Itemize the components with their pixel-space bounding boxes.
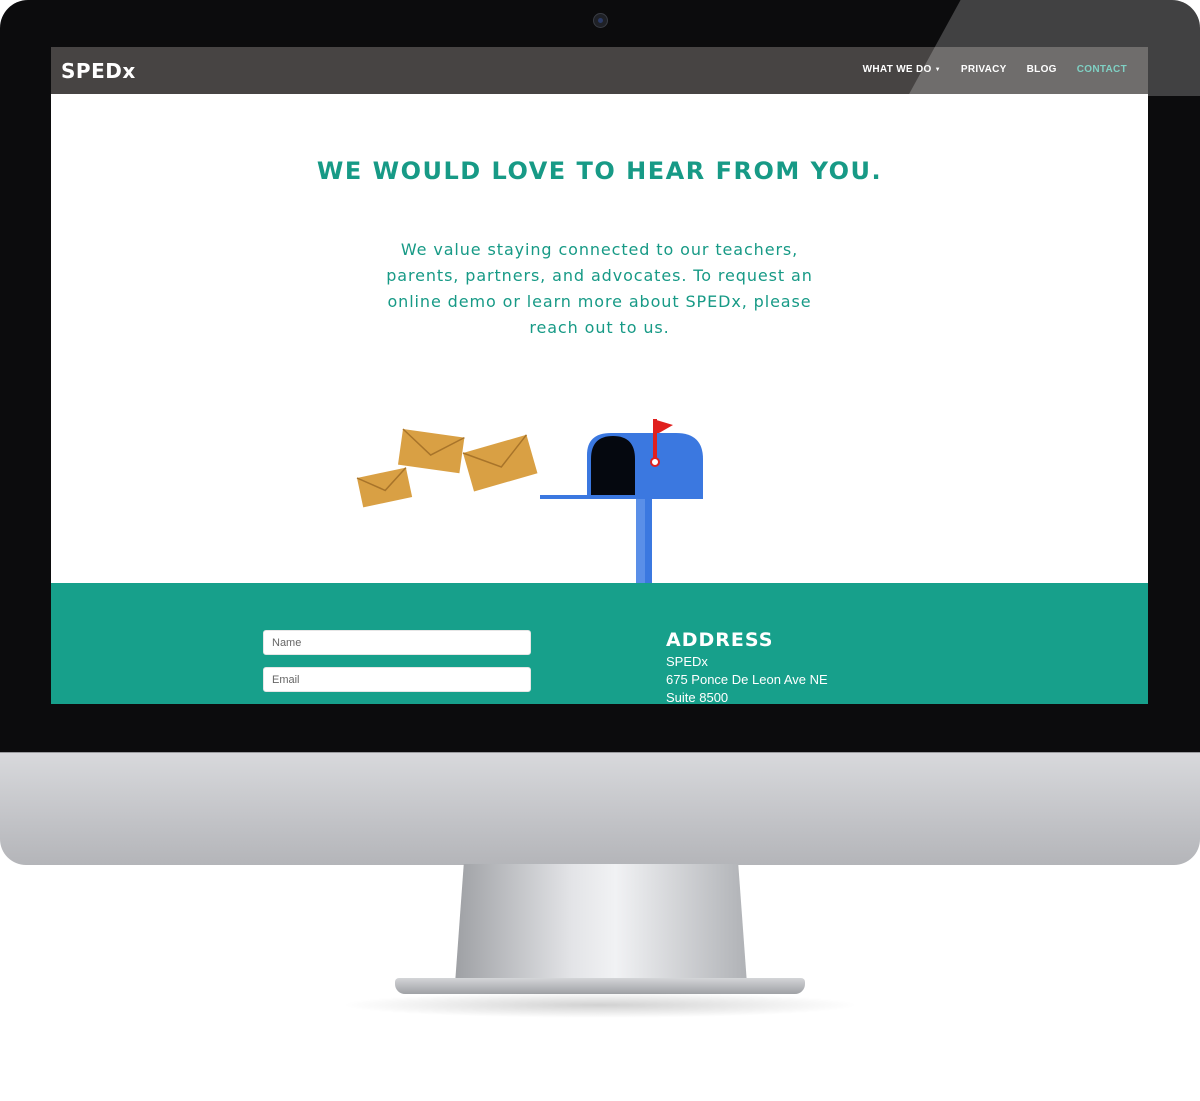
envelope-icon [356,467,413,508]
address-block: ADDRESS SPEDx 675 Ponce De Leon Ave NE S… [666,629,828,704]
envelope-icon [462,434,538,492]
caret-down-icon: ▼ [934,66,941,73]
monitor-stand [455,864,747,984]
contact-footer: ADDRESS SPEDx 675 Ponce De Leon Ave NE S… [51,583,1148,704]
monitor-chin [0,752,1200,865]
navbar: SPEDx WHAT WE DO ▼ PRIVACY BLOG CONTACT [51,47,1148,94]
intro-line: parents, partners, and advocates. To req… [386,266,813,285]
address-line: Suite 8500 [666,690,729,704]
email-field[interactable] [263,667,531,692]
nav-item-contact[interactable]: CONTACT [1077,64,1127,75]
address-line: 675 Ponce De Leon Ave NE [666,672,828,687]
nav-item-privacy[interactable]: PRIVACY [961,64,1007,75]
intro-line: We value staying connected to our teache… [400,240,799,259]
nav-item-label: WHAT WE DO [862,64,932,75]
nav-item-label: PRIVACY [960,64,1007,75]
nav-item-blog[interactable]: BLOG [1027,64,1057,75]
intro-text: We value staying connected to our teache… [372,237,827,341]
nav-item-label: CONTACT [1076,64,1127,75]
nav-item-what-we-do[interactable]: WHAT WE DO ▼ [863,64,941,75]
address-line: SPEDx [666,654,708,669]
nav-item-label: BLOG [1026,64,1057,75]
brand-logo[interactable]: SPEDx [61,59,136,83]
page-title: WE WOULD LOVE TO HEAR FROM YOU. [316,157,883,185]
monitor-shadow [340,992,860,1018]
name-field[interactable] [263,630,531,655]
address-heading: ADDRESS [666,629,774,651]
envelope-icon [397,428,465,474]
webcam-icon [593,13,608,28]
intro-line: reach out to us. [529,318,670,337]
nav-links: WHAT WE DO ▼ PRIVACY BLOG CONTACT [863,64,1127,75]
mailbox-illustration [356,419,703,585]
screen: SPEDx WHAT WE DO ▼ PRIVACY BLOG CONTACT … [51,47,1148,704]
intro-line: online demo or learn more about SPEDx, p… [387,292,812,311]
